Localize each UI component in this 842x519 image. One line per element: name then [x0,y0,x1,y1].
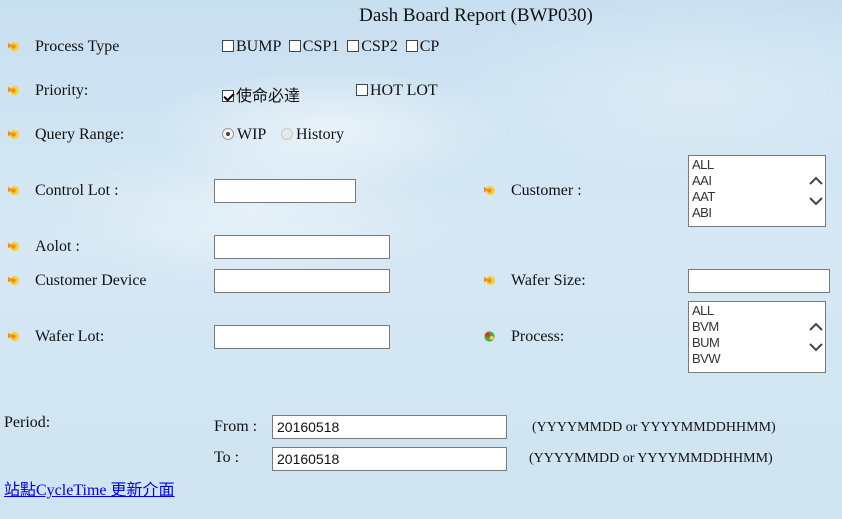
checkbox-hot-lot[interactable]: HOT LOT [356,82,438,100]
chevron-up-icon[interactable] [808,322,824,332]
list-option[interactable]: ALL [689,303,825,319]
checkbox-bump[interactable]: BUMP [222,38,281,55]
priority-label: Priority: [35,82,89,99]
checkbox-icon[interactable] [347,40,360,52]
orange-star-icon [7,185,20,196]
checkbox-cp[interactable]: CP [405,38,440,55]
from-format-hint: (YYYYMMDD or YYYYMMDDHHMM) [532,420,776,435]
wafer-lot-label: Wafer Lot: [35,328,105,345]
page-title: Dash Board Report (BWP030) [359,5,593,26]
checkbox-icon[interactable] [405,40,418,52]
period-label: Period: [4,414,51,431]
checkbox-csp2-label: CSP2 [361,38,398,55]
process-listbox[interactable]: ALL BVM BUM BVW [688,301,826,373]
orange-star-icon [483,275,496,286]
orange-star-icon [7,85,20,96]
list-option[interactable]: ABI [689,205,825,221]
checkbox-csp2[interactable]: CSP2 [347,38,398,55]
to-format-hint: (YYYYMMDD or YYYYMMDDHHMM) [529,451,773,466]
listbox-scrollbar[interactable] [807,302,825,372]
customer-device-input[interactable] [214,269,390,293]
to-label: To : [214,449,240,466]
to-date-input[interactable]: 20160518 [272,447,507,471]
checkbox-bump-label: BUMP [236,38,281,55]
wafer-size-label: Wafer Size: [511,272,586,289]
orange-star-icon [7,275,20,286]
process-type-label: Process Type [35,38,120,55]
process-type-options: BUMP CSP1 CSP2 CP [222,38,439,56]
radio-wip[interactable]: WIP [222,126,266,144]
list-option[interactable]: BVW [689,351,825,367]
multicolor-star-icon [484,331,495,342]
customer-listbox[interactable]: ALL AAI AAT ABI [688,155,826,227]
orange-star-icon [483,185,496,196]
checkbox-icon[interactable] [356,84,368,96]
aolot-label: Aolot : [35,238,80,255]
list-option[interactable]: AAT [689,189,825,205]
from-date-input[interactable]: 20160518 [272,415,507,439]
query-range-label: Query Range: [35,126,125,143]
radio-icon[interactable] [281,128,293,140]
chevron-down-icon[interactable] [808,196,824,206]
customer-device-label: Customer Device [35,272,147,289]
wafer-size-input[interactable] [688,269,830,293]
list-option[interactable]: BVM [689,319,825,335]
wafer-lot-input[interactable] [214,325,390,349]
checkbox-hot-lot-label: HOT LOT [370,82,438,99]
control-lot-input[interactable] [214,179,356,203]
cycletime-update-link[interactable]: 站點CycleTime 更新介面 [4,476,175,500]
checkbox-mission-label: 使命必達 [236,88,301,105]
control-lot-label: Control Lot : [35,182,119,199]
orange-star-icon [7,41,20,52]
checkbox-cp-label: CP [419,38,440,55]
chevron-up-icon[interactable] [808,176,824,186]
list-option[interactable]: ALL [689,157,825,173]
radio-history[interactable]: History [281,126,344,144]
checkbox-icon[interactable] [222,40,234,52]
orange-star-icon [7,129,20,140]
chevron-down-icon[interactable] [808,342,824,352]
orange-star-icon [7,241,20,252]
radio-history-label: History [296,126,344,143]
checkbox-icon[interactable] [288,40,301,52]
checkbox-csp1-label: CSP1 [302,38,340,55]
list-option[interactable]: AAI [689,173,825,189]
checkbox-checked-icon[interactable] [222,90,234,102]
customer-label: Customer : [511,182,582,199]
checkbox-csp1[interactable]: CSP1 [288,38,340,55]
process-label: Process: [511,328,565,345]
from-label: From : [214,418,258,435]
listbox-scrollbar[interactable] [807,156,825,226]
checkbox-mission[interactable]: 使命必達 [222,82,300,106]
aolot-input[interactable] [214,235,390,259]
list-option[interactable]: BUM [689,335,825,351]
radio-wip-label: WIP [237,126,267,143]
orange-star-icon [7,331,20,342]
radio-selected-icon[interactable] [222,128,234,140]
